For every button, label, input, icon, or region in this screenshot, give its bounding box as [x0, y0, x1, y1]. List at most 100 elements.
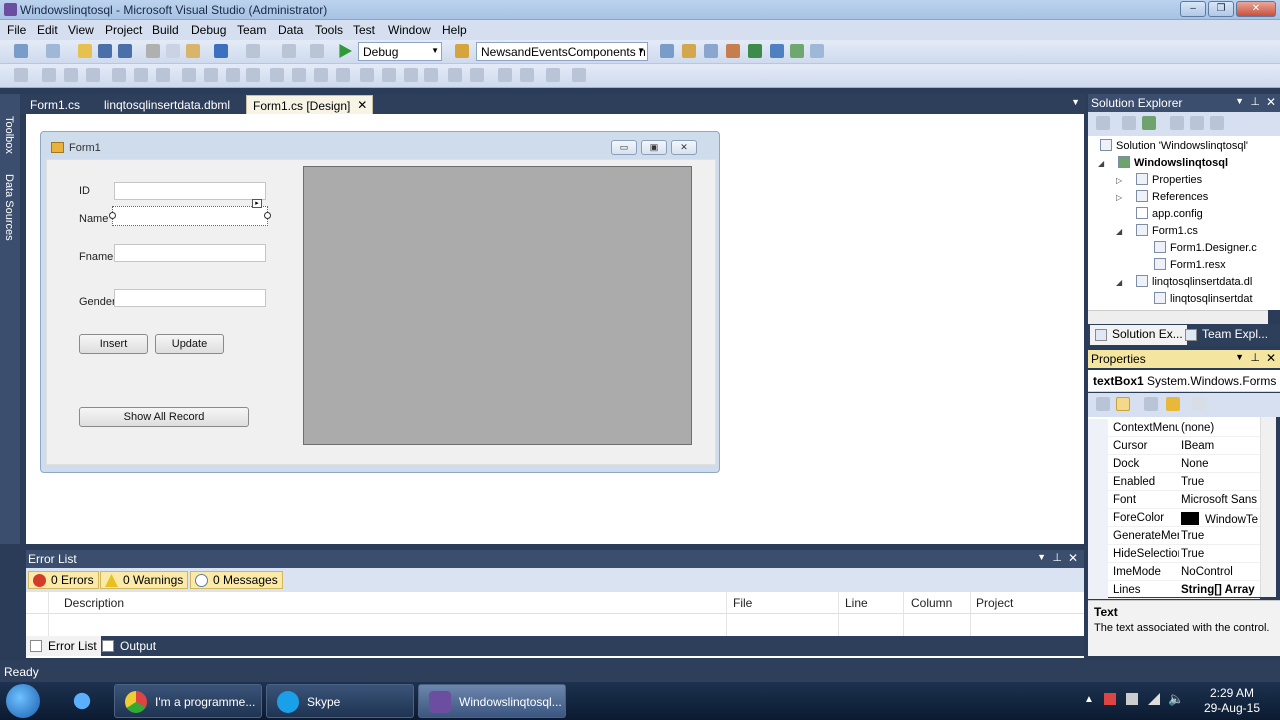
tree-app-config[interactable]: app.config [1136, 207, 1203, 220]
view-designer-icon[interactable] [1190, 116, 1204, 130]
navigate-forward-icon[interactable] [310, 44, 324, 58]
menu-window[interactable]: Window [388, 23, 431, 37]
alphabetical-icon[interactable] [1116, 397, 1130, 411]
property-row[interactable]: Dock None [1088, 455, 1260, 473]
tab-form1-cs[interactable]: Form1.cs [24, 95, 86, 114]
redo-icon[interactable] [246, 44, 260, 58]
property-value[interactable]: True [1181, 530, 1260, 542]
events-icon[interactable] [1166, 397, 1180, 411]
save-all-icon[interactable] [118, 44, 132, 58]
start-debugging-icon[interactable] [339, 44, 352, 58]
pin-icon[interactable]: ⊥ [1250, 95, 1260, 108]
tab-error-list[interactable]: Error List [26, 636, 101, 656]
tree-references[interactable]: References [1136, 190, 1208, 203]
bring-to-front-icon[interactable] [498, 68, 512, 82]
property-row[interactable]: HideSelection True [1088, 545, 1260, 563]
chevron-down-icon[interactable]: ▼ [1235, 352, 1244, 362]
properties-view-icon[interactable] [1144, 397, 1158, 411]
property-value[interactable]: String[] Array [1181, 584, 1260, 596]
solution-horizontal-scrollbar[interactable] [1088, 310, 1268, 324]
save-icon[interactable] [98, 44, 112, 58]
property-value[interactable]: Microsoft Sans [1181, 494, 1260, 506]
decrease-horizontal-spacing-icon[interactable] [314, 68, 328, 82]
expand-icon[interactable]: ◢ [1116, 227, 1122, 236]
collapse-icon[interactable]: ▷ [1116, 193, 1122, 202]
menu-debug[interactable]: Debug [191, 23, 226, 37]
navigate-backward-icon[interactable] [282, 44, 296, 58]
tab-form1-design[interactable]: Form1.cs [Design] ✕ [246, 95, 374, 114]
copy-icon[interactable] [166, 44, 180, 58]
chevron-down-icon[interactable]: ▼ [1235, 96, 1244, 106]
clock[interactable]: 2:29 AM 29-Aug-15 [1204, 686, 1260, 716]
maximize-button[interactable]: ❐ [1208, 1, 1234, 17]
errors-filter[interactable]: 0 Errors [28, 571, 99, 589]
command-window-icon[interactable] [790, 44, 804, 58]
menu-tools[interactable]: Tools [315, 23, 343, 37]
class-diagram-icon[interactable] [1210, 116, 1224, 130]
object-browser-icon[interactable] [704, 44, 718, 58]
line-column[interactable]: Line [845, 596, 868, 610]
property-row[interactable]: ForeColor WindowTe [1088, 509, 1260, 527]
close-button[interactable]: ✕ [1236, 1, 1276, 17]
property-row[interactable]: Cursor IBeam [1088, 437, 1260, 455]
cut-icon[interactable] [146, 44, 160, 58]
tree-dbml[interactable]: linqtosqlinsertdata.dl [1136, 275, 1252, 288]
align-tops-icon[interactable] [112, 68, 126, 82]
properties-object-selector[interactable]: textBox1 System.Windows.Forms [1088, 370, 1280, 392]
update-button[interactable]: Update [155, 334, 224, 354]
menu-view[interactable]: View [68, 23, 94, 37]
property-value[interactable]: IBeam [1181, 440, 1260, 452]
id-textbox[interactable] [114, 182, 266, 200]
properties-icon[interactable] [1096, 116, 1110, 130]
solution-explorer-icon[interactable] [660, 44, 674, 58]
property-row[interactable]: ImeMode NoControl [1088, 563, 1260, 581]
volume-icon[interactable]: 🔈 [1168, 691, 1184, 707]
messages-filter[interactable]: 0 Messages [190, 571, 283, 589]
property-row[interactable]: ContextMenu (none) [1088, 419, 1260, 437]
property-value[interactable]: (none) [1181, 422, 1260, 434]
size-to-grid-icon[interactable] [204, 68, 218, 82]
close-icon[interactable]: ✕ [1266, 351, 1276, 365]
data-grid-view[interactable] [303, 166, 692, 445]
align-rights-icon[interactable] [86, 68, 100, 82]
tab-team-explorer[interactable]: Team Expl... [1180, 325, 1272, 345]
name-textbox-selected[interactable] [112, 206, 268, 226]
show-all-record-button[interactable]: Show All Record [79, 407, 249, 427]
description-column[interactable]: Description [64, 596, 124, 610]
property-row[interactable]: Font Microsoft Sans [1088, 491, 1260, 509]
warnings-filter[interactable]: 0 Warnings [100, 571, 189, 589]
refresh-icon[interactable] [1142, 116, 1156, 130]
property-value[interactable]: True [1181, 476, 1260, 488]
menu-project[interactable]: Project [105, 23, 142, 37]
tree-form1-resx[interactable]: Form1.resx [1154, 258, 1226, 271]
remove-vertical-spacing-icon[interactable] [424, 68, 438, 82]
tree-dbml-child[interactable]: linqtosqlinsertdat [1154, 292, 1253, 305]
menu-edit[interactable]: Edit [37, 23, 58, 37]
insert-button[interactable]: Insert [79, 334, 148, 354]
show-hidden-icons-icon[interactable]: ▲ [1084, 694, 1094, 705]
collapse-icon[interactable]: ▷ [1116, 176, 1122, 185]
gender-textbox[interactable] [114, 289, 266, 307]
horizontal-spacing-icon[interactable] [270, 68, 284, 82]
project-column[interactable]: Project [976, 596, 1013, 610]
property-value[interactable]: True [1181, 548, 1260, 560]
network-icon[interactable] [1148, 693, 1160, 705]
power-icon[interactable] [1126, 693, 1138, 705]
center-vertically-icon[interactable] [470, 68, 484, 82]
smart-tag-arrow-icon[interactable]: ▸ [252, 199, 262, 208]
fname-textbox[interactable] [114, 244, 266, 262]
pin-icon[interactable]: ⊥ [1250, 351, 1260, 364]
align-to-grid-icon[interactable] [14, 68, 28, 82]
property-row[interactable]: Enabled True [1088, 473, 1260, 491]
view-code-icon[interactable] [1170, 116, 1184, 130]
menu-test[interactable]: Test [353, 23, 375, 37]
resize-handle-left[interactable] [109, 212, 116, 219]
action-center-icon[interactable] [1104, 693, 1116, 705]
task-chrome[interactable]: I'm a programme... [114, 684, 262, 718]
expand-icon[interactable]: ◢ [1116, 278, 1122, 287]
tree-solution[interactable]: Solution 'Windowslinqtosql' [1100, 139, 1248, 152]
column-column[interactable]: Column [911, 596, 952, 610]
toolbox-tab[interactable]: Toolbox [3, 116, 15, 154]
menu-build[interactable]: Build [152, 23, 179, 37]
property-value[interactable]: NoControl [1181, 566, 1260, 578]
